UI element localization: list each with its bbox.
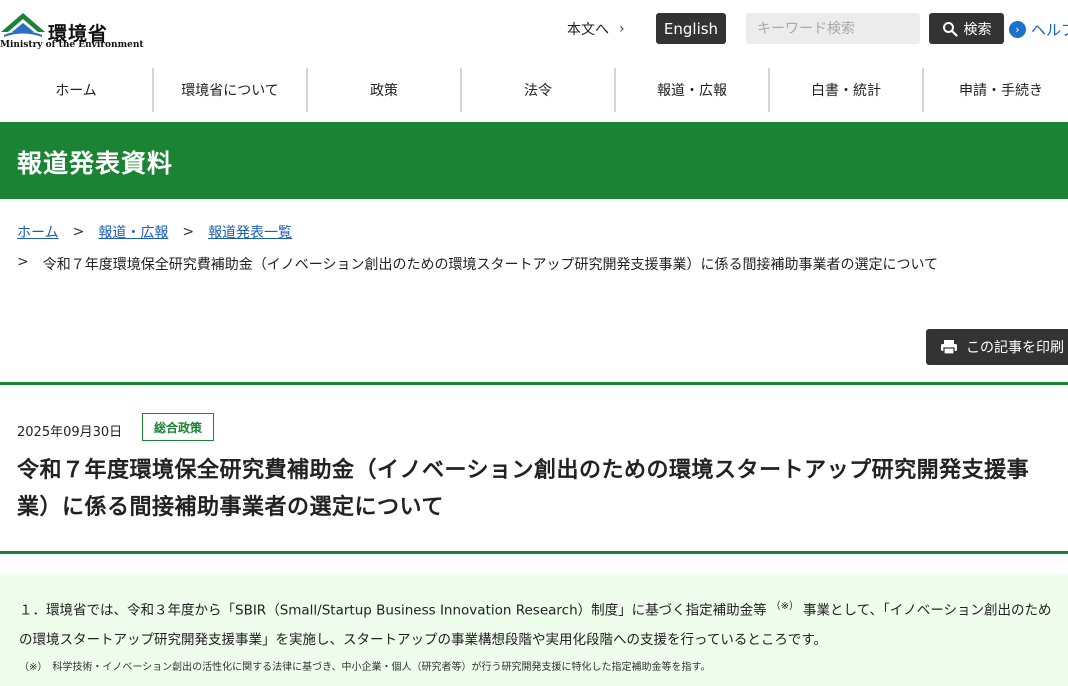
- summary-text-part1: １．環境省では、令和３年度から「SBIR（Small/Startup Busin…: [19, 602, 767, 619]
- printer-icon: [941, 340, 957, 355]
- help-link[interactable]: › ヘルプ: [1009, 19, 1068, 40]
- nav-item-press[interactable]: 報道・広報: [616, 68, 770, 112]
- breadcrumb-press-link[interactable]: 報道・広報: [98, 222, 168, 242]
- search-icon: [942, 21, 958, 37]
- search-button[interactable]: 検索: [929, 13, 1004, 44]
- nav-item-policy[interactable]: 政策: [308, 68, 462, 112]
- summary-box: １．環境省では、令和３年度から「SBIR（Small/Startup Busin…: [0, 574, 1068, 686]
- breadcrumb-row: ホーム > 報道・広報 > 報道発表一覧: [17, 222, 938, 242]
- breadcrumb-current: 令和７年度環境保全研究費補助金（イノベーション創出のための環境スタートアップ研究…: [42, 257, 939, 273]
- site-header: 環境省 Ministry of the Environment 本文へ › En…: [0, 0, 1068, 60]
- logo-text-en: Ministry of the Environment: [0, 40, 144, 50]
- footnote-marker: （※）: [770, 601, 800, 612]
- english-button[interactable]: English: [656, 13, 726, 44]
- skip-to-content-link[interactable]: 本文へ ›: [567, 19, 625, 39]
- breadcrumb-row: > 令和７年度環境保全研究費補助金（イノベーション創出のための環境スタートアップ…: [17, 254, 938, 274]
- nav-item-law[interactable]: 法令: [462, 68, 616, 112]
- category-tag[interactable]: 総合政策: [142, 413, 214, 441]
- site-logo[interactable]: 環境省 Ministry of the Environment: [0, 10, 144, 50]
- nav-item-home[interactable]: ホーム: [0, 68, 154, 112]
- help-link-label: ヘルプ: [1031, 21, 1068, 39]
- breadcrumb-separator: >: [17, 254, 29, 270]
- section-title: 報道発表資料: [17, 149, 174, 178]
- breadcrumb-separator: >: [72, 224, 85, 240]
- breadcrumb-press-list-link[interactable]: 報道発表一覧: [208, 222, 292, 242]
- breadcrumb-home-link[interactable]: ホーム: [17, 222, 59, 242]
- skip-link-label: 本文へ: [567, 22, 609, 38]
- article-date: 2025年09月30日: [17, 425, 123, 440]
- help-arrow-icon: ›: [1009, 21, 1026, 38]
- chevron-right-icon: ›: [619, 21, 625, 37]
- summary-footnote: （※） 科学技術・イノベーション創出の活性化に関する法律に基づき、中小企業・個人…: [19, 662, 711, 673]
- print-button-label: この記事を印刷: [966, 340, 1064, 356]
- divider: [0, 551, 1068, 554]
- divider: [0, 382, 1068, 385]
- search-button-label: 検索: [963, 21, 992, 38]
- print-button[interactable]: この記事を印刷: [926, 329, 1068, 365]
- nav-item-whitepaper[interactable]: 白書・統計: [770, 68, 924, 112]
- breadcrumb-separator: >: [182, 224, 195, 240]
- summary-paragraph: １．環境省では、令和３年度から「SBIR（Small/Startup Busin…: [19, 592, 1064, 655]
- global-nav: ホーム 環境省について 政策 法令 報道・広報 白書・統計 申請・手続き: [0, 68, 1068, 112]
- nav-item-application[interactable]: 申請・手続き: [924, 68, 1068, 112]
- logo-mark-icon: [1, 13, 45, 37]
- section-banner: 報道発表資料: [0, 122, 1068, 199]
- nav-item-about[interactable]: 環境省について: [154, 68, 308, 112]
- search-input[interactable]: [746, 13, 920, 44]
- breadcrumb: ホーム > 報道・広報 > 報道発表一覧 > 令和７年度環境保全研究費補助金（イ…: [17, 222, 938, 274]
- article-title: 令和７年度環境保全研究費補助金（イノベーション創出のための環境スタートアップ研究…: [17, 458, 1030, 520]
